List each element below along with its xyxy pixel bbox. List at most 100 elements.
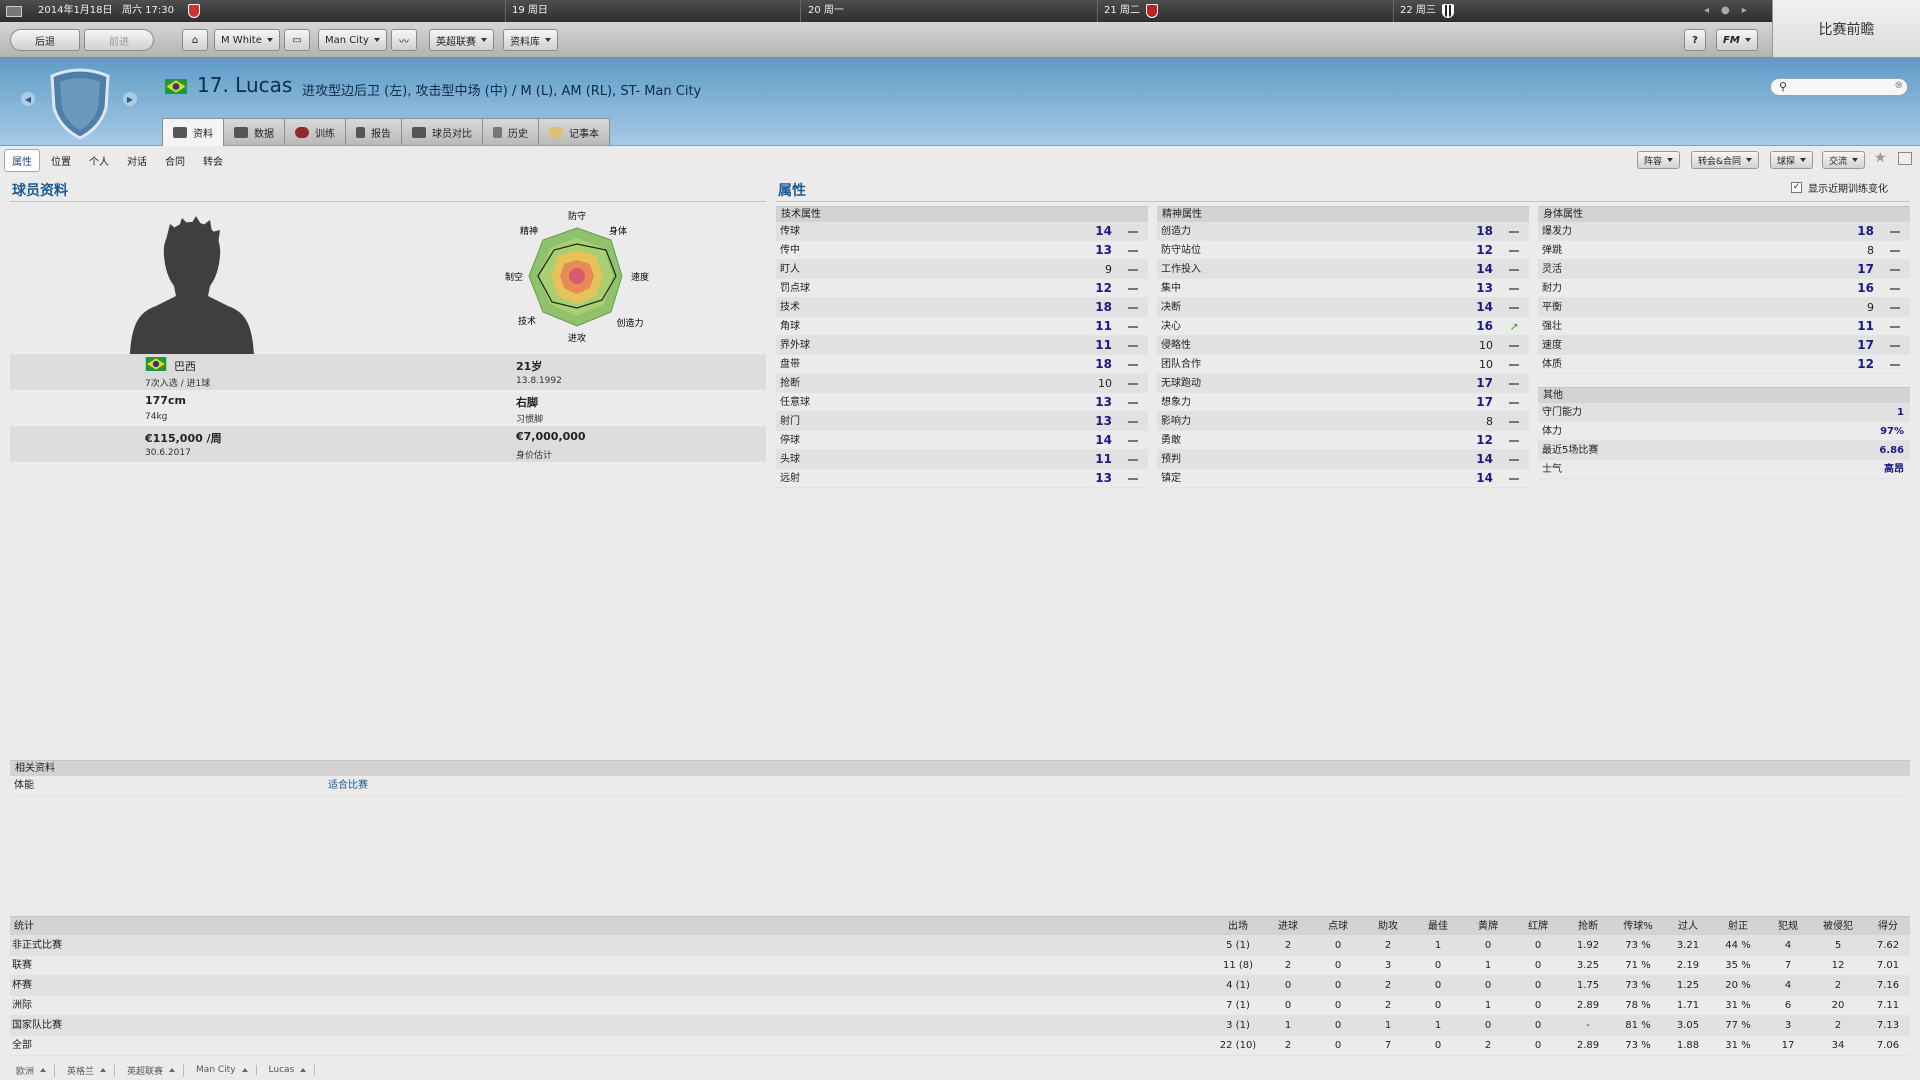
next-player-icon[interactable]: ▶ <box>123 92 137 106</box>
attribute-row[interactable]: 强壮 11 <box>1538 317 1910 336</box>
attribute-row[interactable]: 侵略性 10 <box>1157 336 1529 355</box>
stats-column-header[interactable]: 进球 <box>1263 917 1313 937</box>
stats-column-header[interactable]: 黄牌 <box>1463 917 1513 937</box>
scout-menu[interactable]: 球探 <box>1770 151 1814 169</box>
subnav-contract[interactable]: 合同 <box>158 150 192 171</box>
attribute-row[interactable]: 预判 14 <box>1157 450 1529 469</box>
attribute-row[interactable]: 灵活 17 <box>1538 260 1910 279</box>
match-badge-icon[interactable] <box>1441 4 1454 18</box>
calendar-day-22[interactable]: 22 周三 <box>1400 0 1436 22</box>
attribute-row[interactable]: 传球 14 <box>776 222 1148 241</box>
stats-row[interactable]: 联赛 11 (8) 2 0 3 0 1 0 3.25 71 % 2.19 35 % 7 12 7.01 <box>10 956 1910 976</box>
stats-row[interactable]: 全部 22 (10) 2 0 7 0 2 0 2.89 73 % 1.88 31 % 17 34 7.06 <box>10 1036 1910 1056</box>
stats-row[interactable]: 杯赛 4 (1) 0 0 2 0 0 0 1.75 73 % 1.25 20 % 4 2 7.16 <box>10 976 1910 996</box>
tab-compare[interactable]: 球员对比 <box>401 118 483 145</box>
tab-reports[interactable]: 报告 <box>345 118 402 145</box>
attribute-row[interactable]: 盘带 18 <box>776 355 1148 374</box>
attribute-row[interactable]: 创造力 18 <box>1157 222 1529 241</box>
tab-notebook[interactable]: 记事本 <box>538 118 610 145</box>
stats-column-header[interactable]: 得分 <box>1863 917 1913 937</box>
calendar-day-21[interactable]: 21 周二 <box>1104 0 1140 22</box>
star-icon[interactable]: ★ <box>1874 150 1887 166</box>
subnav-talk[interactable]: 对话 <box>120 150 154 171</box>
show-training-checkbox[interactable]: ✓ 显示近期训练变化 <box>1791 180 1888 195</box>
stats-button[interactable]: 〰 <box>391 29 417 51</box>
stats-row[interactable]: 国家队比赛 3 (1) 1 0 1 1 0 0 - 81 % 3.05 77 % 3 2 7.13 <box>10 1016 1910 1036</box>
club-menu[interactable]: Man City <box>318 29 387 51</box>
attribute-row[interactable]: 界外球 11 <box>776 336 1148 355</box>
attribute-row[interactable]: 抢断 10 <box>776 374 1148 393</box>
attribute-row[interactable]: 角球 11 <box>776 317 1148 336</box>
other-row[interactable]: 最近5场比赛 6.86 <box>1538 441 1910 460</box>
fm-menu[interactable]: FM <box>1716 29 1758 51</box>
attribute-row[interactable]: 远射 13 <box>776 469 1148 488</box>
database-menu[interactable]: 资料库 <box>503 29 558 51</box>
stats-column-header[interactable]: 点球 <box>1313 917 1363 937</box>
next-icon[interactable]: ▸ <box>1742 0 1747 22</box>
attribute-row[interactable]: 想象力 17 <box>1157 393 1529 412</box>
other-row[interactable]: 体力 97% <box>1538 422 1910 441</box>
attribute-row[interactable]: 盯人 9 <box>776 260 1148 279</box>
attribute-row[interactable]: 决心 16 ➚ <box>1157 317 1529 336</box>
help-button[interactable]: ? <box>1684 29 1706 51</box>
interact-menu[interactable]: 交流 <box>1822 151 1866 169</box>
breadcrumb-england[interactable]: 英格兰 <box>59 1063 116 1077</box>
shortlist-icon[interactable] <box>1898 152 1912 165</box>
stats-column-header[interactable]: 出场 <box>1213 917 1263 937</box>
clear-icon[interactable]: ⊗ <box>1895 80 1903 91</box>
manager-menu[interactable]: M White <box>214 29 280 51</box>
attribute-row[interactable]: 无球跑动 17 <box>1157 374 1529 393</box>
attribute-row[interactable]: 团队合作 10 <box>1157 355 1529 374</box>
stats-column-header[interactable]: 射正 <box>1713 917 1763 937</box>
tab-profile[interactable]: 资料 <box>162 118 224 146</box>
league-menu[interactable]: 英超联赛 <box>429 29 494 51</box>
nationality[interactable]: 巴西 <box>174 358 196 374</box>
attribute-row[interactable]: 罚点球 12 <box>776 279 1148 298</box>
other-row[interactable]: 守门能力 1 <box>1538 403 1910 422</box>
stats-column-header[interactable]: 过人 <box>1663 917 1713 937</box>
attribute-row[interactable]: 勇敢 12 <box>1157 431 1529 450</box>
subnav-transfer[interactable]: 转会 <box>196 150 230 171</box>
stats-column-header[interactable]: 最佳 <box>1413 917 1463 937</box>
tab-stats[interactable]: 数据 <box>223 118 285 145</box>
subnav-personal[interactable]: 个人 <box>82 150 116 171</box>
stats-column-header[interactable]: 抢断 <box>1563 917 1613 937</box>
dot-icon[interactable]: ● <box>1721 0 1730 22</box>
other-row[interactable]: 士气 高昂 <box>1538 460 1910 479</box>
attribute-row[interactable]: 头球 11 <box>776 450 1148 469</box>
calendar-icon[interactable] <box>6 0 22 22</box>
lineup-menu[interactable]: 阵容 <box>1637 151 1681 169</box>
breadcrumb-player[interactable]: Lucas <box>261 1065 316 1075</box>
subnav-attributes[interactable]: 属性 <box>4 148 40 172</box>
calendar-day-19[interactable]: 19 周日 <box>512 0 548 22</box>
prev-icon[interactable]: ◂ <box>1704 0 1709 22</box>
attribute-row[interactable]: 耐力 16 <box>1538 279 1910 298</box>
stats-column-header[interactable]: 传球% <box>1613 917 1663 937</box>
attribute-row[interactable]: 平衡 9 <box>1538 298 1910 317</box>
attribute-row[interactable]: 任意球 13 <box>776 393 1148 412</box>
tab-history[interactable]: 历史 <box>482 118 539 145</box>
attribute-row[interactable]: 镇定 14 <box>1157 469 1529 488</box>
back-button[interactable]: 后退 <box>10 29 80 51</box>
attribute-row[interactable]: 防守站位 12 <box>1157 241 1529 260</box>
attribute-row[interactable]: 爆发力 18 <box>1538 222 1910 241</box>
attribute-row[interactable]: 停球 14 <box>776 431 1148 450</box>
forward-button[interactable]: 前进 <box>84 29 154 51</box>
attribute-row[interactable]: 影响力 8 <box>1157 412 1529 431</box>
fitness-value[interactable]: 适合比赛 <box>328 776 368 796</box>
attribute-row[interactable]: 弹跳 8 <box>1538 241 1910 260</box>
match-badge-icon[interactable] <box>1145 4 1158 18</box>
attribute-row[interactable]: 技术 18 <box>776 298 1148 317</box>
subnav-positions[interactable]: 位置 <box>44 150 78 171</box>
opponent-badge-icon[interactable] <box>188 4 200 18</box>
stats-row[interactable]: 洲际 7 (1) 0 0 2 0 1 0 2.89 78 % 1.71 31 % 6 20 7.11 <box>10 996 1910 1016</box>
stats-row[interactable]: 非正式比赛 5 (1) 2 0 2 1 0 0 1.92 73 % 3.21 44 % 4 5 7.62 <box>10 936 1910 956</box>
attribute-row[interactable]: 决断 14 <box>1157 298 1529 317</box>
attribute-row[interactable]: 速度 17 <box>1538 336 1910 355</box>
search-input[interactable]: ⚲ ⊗ <box>1770 78 1908 96</box>
attribute-row[interactable]: 工作投入 14 <box>1157 260 1529 279</box>
stats-column-header[interactable]: 红牌 <box>1513 917 1563 937</box>
home-button[interactable]: ⌂ <box>182 29 208 51</box>
inbox-button[interactable]: ▭ <box>284 29 310 51</box>
stats-column-header[interactable]: 被侵犯 <box>1813 917 1863 937</box>
